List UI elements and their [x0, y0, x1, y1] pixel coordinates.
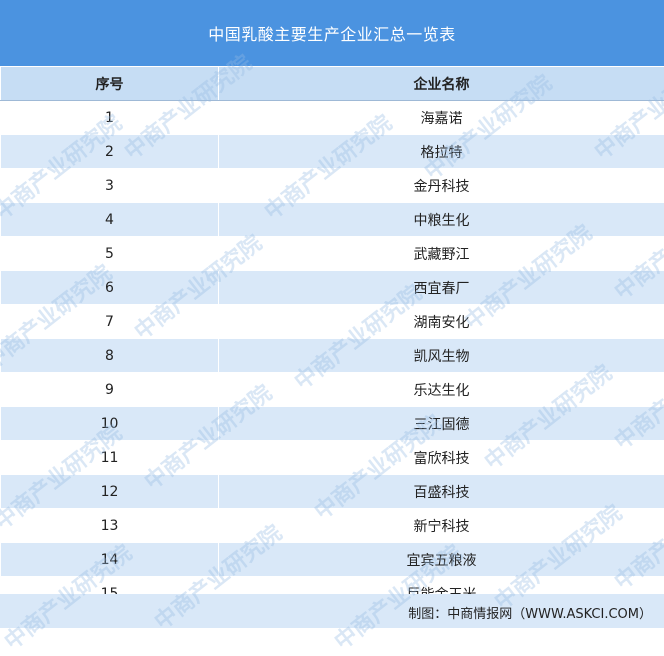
header-index: 序号 — [1, 67, 219, 101]
row-index: 13 — [1, 509, 219, 543]
header-company-name: 企业名称 — [219, 67, 664, 101]
company-name: 金丹科技 — [219, 169, 664, 203]
table-row: 4中粮生化 — [1, 203, 664, 237]
table-row: 10三江固德 — [1, 407, 664, 441]
table-row: 12百盛科技 — [1, 475, 664, 509]
row-index: 1 — [1, 101, 219, 135]
table-header-row: 序号 企业名称 — [1, 67, 664, 101]
table-row: 6西宜春厂 — [1, 271, 664, 305]
table-row: 2格拉特 — [1, 135, 664, 169]
company-table: 序号 企业名称 1海嘉诺2格拉特3金丹科技4中粮生化5武藏野江6西宜春厂7湖南安… — [0, 66, 664, 611]
row-index: 5 — [1, 237, 219, 271]
row-index: 4 — [1, 203, 219, 237]
company-name: 武藏野江 — [219, 237, 664, 271]
company-name: 格拉特 — [219, 135, 664, 169]
company-name: 宜宾五粮液 — [219, 543, 664, 577]
row-index: 7 — [1, 305, 219, 339]
row-index: 2 — [1, 135, 219, 169]
source-note: 制图：中商情报网（WWW.ASKCI.COM） — [408, 603, 652, 622]
company-name: 新宁科技 — [219, 509, 664, 543]
table-row: 8凯风生物 — [1, 339, 664, 373]
company-name: 海嘉诺 — [219, 101, 664, 135]
table-title: 中国乳酸主要生产企业汇总一览表 — [0, 0, 664, 66]
row-index: 10 — [1, 407, 219, 441]
row-index: 11 — [1, 441, 219, 475]
company-name: 百盛科技 — [219, 475, 664, 509]
company-name: 乐达生化 — [219, 373, 664, 407]
company-name: 三江固德 — [219, 407, 664, 441]
company-name: 湖南安化 — [219, 305, 664, 339]
table-row: 5武藏野江 — [1, 237, 664, 271]
company-name: 富欣科技 — [219, 441, 664, 475]
row-index: 14 — [1, 543, 219, 577]
table-row: 11富欣科技 — [1, 441, 664, 475]
row-index: 9 — [1, 373, 219, 407]
row-index: 6 — [1, 271, 219, 305]
row-index: 8 — [1, 339, 219, 373]
row-index: 12 — [1, 475, 219, 509]
row-index: 3 — [1, 169, 219, 203]
table-row: 14宜宾五粮液 — [1, 543, 664, 577]
company-name: 凯风生物 — [219, 339, 664, 373]
table-row: 7湖南安化 — [1, 305, 664, 339]
table-row: 13新宁科技 — [1, 509, 664, 543]
table-row: 9乐达生化 — [1, 373, 664, 407]
company-name: 西宜春厂 — [219, 271, 664, 305]
company-name: 中粮生化 — [219, 203, 664, 237]
table-body: 1海嘉诺2格拉特3金丹科技4中粮生化5武藏野江6西宜春厂7湖南安化8凯风生物9乐… — [1, 101, 664, 611]
table-row: 1海嘉诺 — [1, 101, 664, 135]
table-row: 3金丹科技 — [1, 169, 664, 203]
source-footer: 制图：中商情报网（WWW.ASKCI.COM） — [0, 594, 664, 628]
